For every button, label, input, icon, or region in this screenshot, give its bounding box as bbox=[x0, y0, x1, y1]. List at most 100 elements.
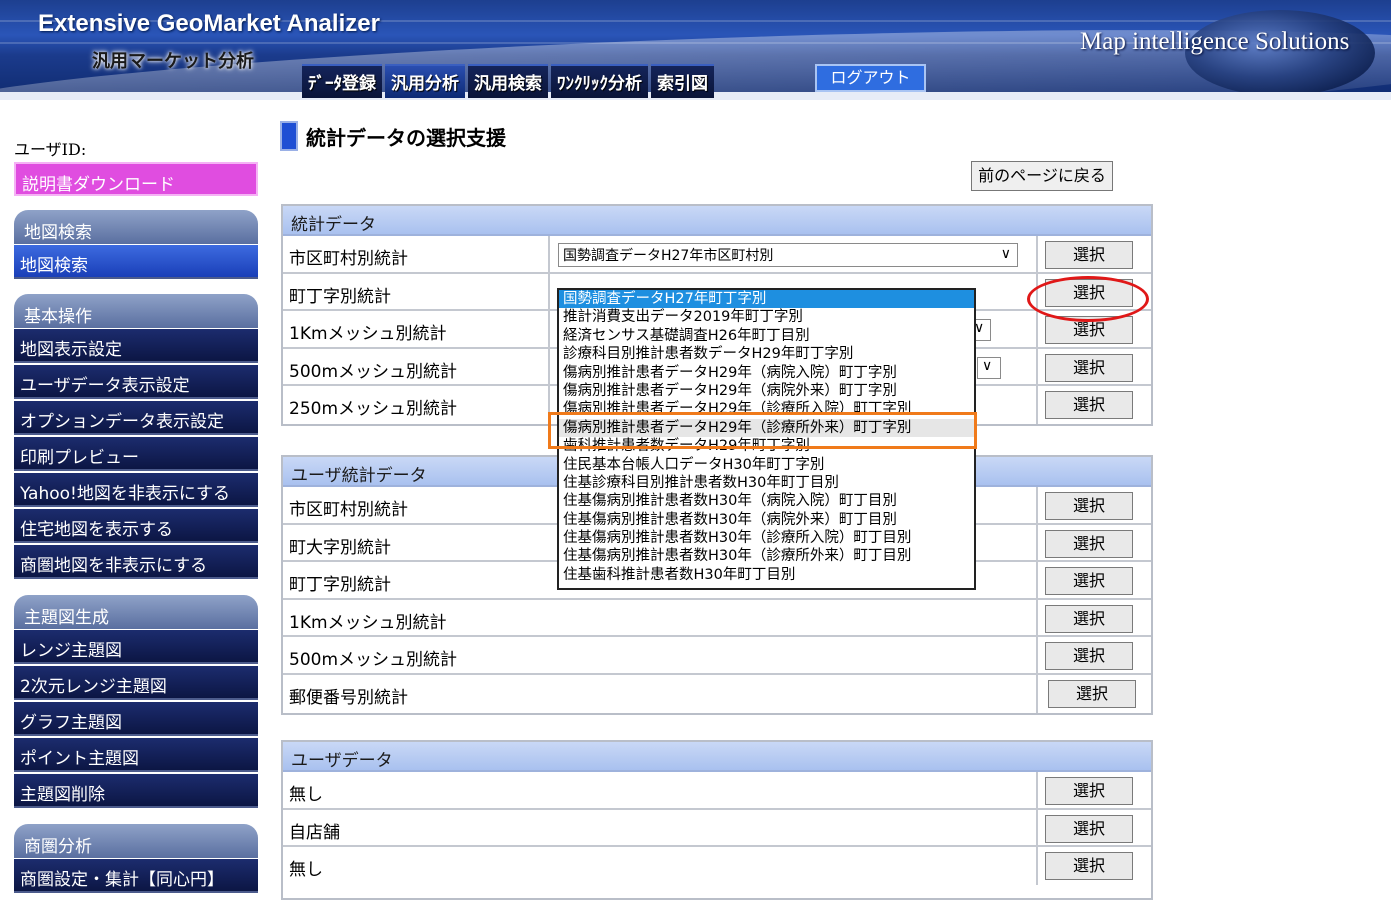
highlight-box-annotation bbox=[548, 412, 977, 449]
cell-divider bbox=[548, 311, 550, 347]
cell-divider bbox=[1036, 562, 1038, 598]
sidebar-item-print-preview[interactable]: 印刷プレビュー bbox=[14, 437, 258, 471]
table-row: 郵便番号別統計 選択 bbox=[283, 674, 1151, 713]
sidebar-item-map-display-settings[interactable]: 地図表示設定 bbox=[14, 329, 258, 363]
table-row: 500mメッシュ別統計 選択 bbox=[283, 637, 1151, 675]
row-label: 市区町村別統計 bbox=[289, 249, 408, 269]
stat-data-panel-title: 統計データ bbox=[283, 206, 1151, 236]
dropdown-option[interactable]: 住民基本台帳人口データH30年町丁字別 bbox=[559, 456, 974, 474]
row-label: 500mメッシュ別統計 bbox=[289, 650, 458, 671]
user-data-panel: ユーザデータ 無し 選択 自店舗 選択 無し 選択 bbox=[281, 740, 1153, 900]
select-button[interactable]: 選択 bbox=[1045, 492, 1133, 520]
cell-divider bbox=[1036, 524, 1038, 561]
tab-general-search[interactable]: 汎用検索 bbox=[468, 64, 548, 98]
section-header-basic-ops: 基本操作 bbox=[14, 294, 258, 328]
manual-download-button[interactable]: 説明書ダウンロード bbox=[14, 162, 258, 196]
cell-divider bbox=[1036, 348, 1038, 385]
row-label: 町丁字別統計 bbox=[289, 575, 391, 596]
cell-divider bbox=[1036, 311, 1038, 347]
dropdown-option[interactable]: 傷病別推計患者データH29年（病院入院）町丁字別 bbox=[559, 364, 974, 382]
dropdown-option[interactable]: 住基歯科推計患者数H30年町丁目別 bbox=[559, 566, 974, 584]
dropdown-option[interactable]: 経済センサス基礎調査H26年町丁目別 bbox=[559, 327, 974, 345]
chevron-down-icon: ∨ bbox=[982, 357, 993, 374]
brand-logo-text: Map intelligence Solutions bbox=[1080, 28, 1350, 55]
dropdown-option[interactable]: 診療科目別推計患者数データH29年町丁字別 bbox=[559, 345, 974, 363]
app-subtitle: 汎用マーケット分析 bbox=[92, 51, 254, 72]
row-label: 市区町村別統計 bbox=[289, 500, 408, 520]
tab-oneclick-analysis[interactable]: ﾜﾝｸﾘｯｸ分析 bbox=[551, 64, 648, 98]
select-button[interactable]: 選択 bbox=[1045, 814, 1133, 843]
sidebar: ユーザID: 説明書ダウンロード 地図検索 地図検索 基本操作 地図表示設定 ユ… bbox=[0, 100, 275, 893]
select-button[interactable]: 選択 bbox=[1045, 642, 1133, 671]
row-label: 無し bbox=[289, 785, 323, 805]
dropdown-option[interactable]: 住基傷病別推計患者数H30年（病院入院）町丁目別 bbox=[559, 492, 974, 510]
cell-divider bbox=[1036, 772, 1038, 808]
select-button[interactable]: 選択 bbox=[1045, 777, 1133, 805]
select-button[interactable]: 選択 bbox=[1045, 529, 1133, 558]
row-label: 自店舗 bbox=[289, 822, 340, 843]
row-label: 1Kmメッシュ別統計 bbox=[289, 612, 447, 633]
dropdown-option[interactable]: 住基傷病別推計患者数H30年（診療所入院）町丁目別 bbox=[559, 529, 974, 547]
cell-divider bbox=[1036, 809, 1038, 846]
app-header: Extensive GeoMarket Analizer 汎用マーケット分析 M… bbox=[0, 0, 1391, 100]
sidebar-item-point-thematic[interactable]: ポイント主題図 bbox=[14, 738, 258, 772]
row-label: 500mメッシュ別統計 bbox=[289, 361, 458, 382]
table-row: 無し 選択 bbox=[283, 772, 1151, 810]
cell-divider bbox=[1036, 599, 1038, 636]
row-label: 郵便番号別統計 bbox=[289, 687, 408, 708]
sidebar-item-trade-area-concentric[interactable]: 商圏設定・集計【同心円】 bbox=[14, 859, 258, 893]
app-title: Extensive GeoMarket Analizer bbox=[38, 10, 380, 37]
city-stat-select[interactable]: 国勢調査データH27年市区町村別 ∨ bbox=[558, 243, 1018, 267]
tab-general-analysis[interactable]: 汎用分析 bbox=[385, 64, 465, 98]
row-label: 250mメッシュ別統計 bbox=[289, 399, 458, 420]
select-button[interactable]: 選択 bbox=[1045, 604, 1133, 633]
sidebar-item-hide-yahoo-map[interactable]: Yahoo!地図を非表示にする bbox=[14, 473, 258, 507]
red-circle-annotation bbox=[1027, 276, 1149, 322]
row-label: 1Kmメッシュ別統計 bbox=[289, 324, 447, 345]
select-value: 国勢調査データH27年市区町村別 bbox=[563, 248, 774, 264]
back-button[interactable]: 前のページに戻る bbox=[971, 161, 1113, 191]
cell-divider bbox=[1036, 487, 1038, 523]
cell-divider bbox=[1036, 637, 1038, 673]
row-label: 無し bbox=[289, 860, 323, 881]
section-header-trade-area: 商圏分析 bbox=[14, 824, 258, 858]
sidebar-item-range-thematic[interactable]: レンジ主題図 bbox=[14, 630, 258, 664]
sidebar-item-graph-thematic[interactable]: グラフ主題図 bbox=[14, 702, 258, 736]
sidebar-item-show-residential-map[interactable]: 住宅地図を表示する bbox=[14, 509, 258, 543]
cell-divider bbox=[1036, 674, 1038, 713]
cell-divider bbox=[548, 348, 550, 385]
sidebar-item-hide-trade-area-map[interactable]: 商圏地図を非表示にする bbox=[14, 545, 258, 579]
tab-data-register[interactable]: ﾃﾞｰﾀ登録 bbox=[302, 64, 382, 98]
user-id-label: ユーザID: bbox=[14, 140, 87, 159]
main-tabs: ﾃﾞｰﾀ登録 汎用分析 汎用検索 ﾜﾝｸﾘｯｸ分析 索引図 bbox=[302, 64, 714, 98]
dropdown-option[interactable]: 住基傷病別推計患者数H30年（診療所外来）町丁目別 bbox=[559, 547, 974, 565]
cell-divider bbox=[1036, 847, 1038, 885]
select-button[interactable]: 選択 bbox=[1045, 391, 1133, 420]
sidebar-item-2d-range-thematic[interactable]: 2次元レンジ主題図 bbox=[14, 666, 258, 700]
dropdown-option[interactable]: 住基診療科目別推計患者数H30年町丁目別 bbox=[559, 474, 974, 492]
chevron-down-icon: ∨ bbox=[1000, 246, 1011, 262]
user-data-panel-title: ユーザデータ bbox=[283, 742, 1151, 772]
table-row: 市区町村別統計 国勢調査データH27年市区町村別 ∨ 選択 bbox=[283, 236, 1151, 274]
dropdown-option[interactable]: 傷病別推計患者データH29年（病院外来）町丁字別 bbox=[559, 382, 974, 400]
sidebar-item-user-data-display[interactable]: ユーザデータ表示設定 bbox=[14, 365, 258, 399]
logout-button[interactable]: ログアウト bbox=[815, 64, 926, 92]
row-label: 町丁字別統計 bbox=[289, 286, 391, 307]
sidebar-item-option-data-display[interactable]: オプションデータ表示設定 bbox=[14, 401, 258, 435]
row-label: 町大字別統計 bbox=[289, 537, 391, 558]
select-button[interactable]: 選択 bbox=[1048, 679, 1136, 708]
section-header-thematic-map: 主題図生成 bbox=[14, 595, 258, 629]
sidebar-item-map-search[interactable]: 地図検索 bbox=[14, 245, 258, 279]
cell-divider bbox=[548, 236, 550, 272]
dropdown-option[interactable]: 国勢調査データH27年町丁字別 bbox=[559, 290, 974, 309]
select-button[interactable]: 選択 bbox=[1045, 567, 1133, 596]
mesh500-select-edge[interactable]: ∨ bbox=[977, 356, 1001, 379]
select-button[interactable]: 選択 bbox=[1045, 241, 1133, 269]
select-button[interactable]: 選択 bbox=[1045, 353, 1133, 382]
tab-index-map[interactable]: 索引図 bbox=[651, 64, 714, 98]
select-button[interactable]: 選択 bbox=[1045, 852, 1133, 881]
dropdown-option[interactable]: 推計消費支出データ2019年町丁字別 bbox=[559, 308, 974, 326]
table-row: 無し 選択 bbox=[283, 847, 1151, 885]
dropdown-option[interactable]: 住基傷病別推計患者数H30年（病院外来）町丁目別 bbox=[559, 511, 974, 529]
sidebar-item-delete-thematic[interactable]: 主題図削除 bbox=[14, 774, 258, 808]
